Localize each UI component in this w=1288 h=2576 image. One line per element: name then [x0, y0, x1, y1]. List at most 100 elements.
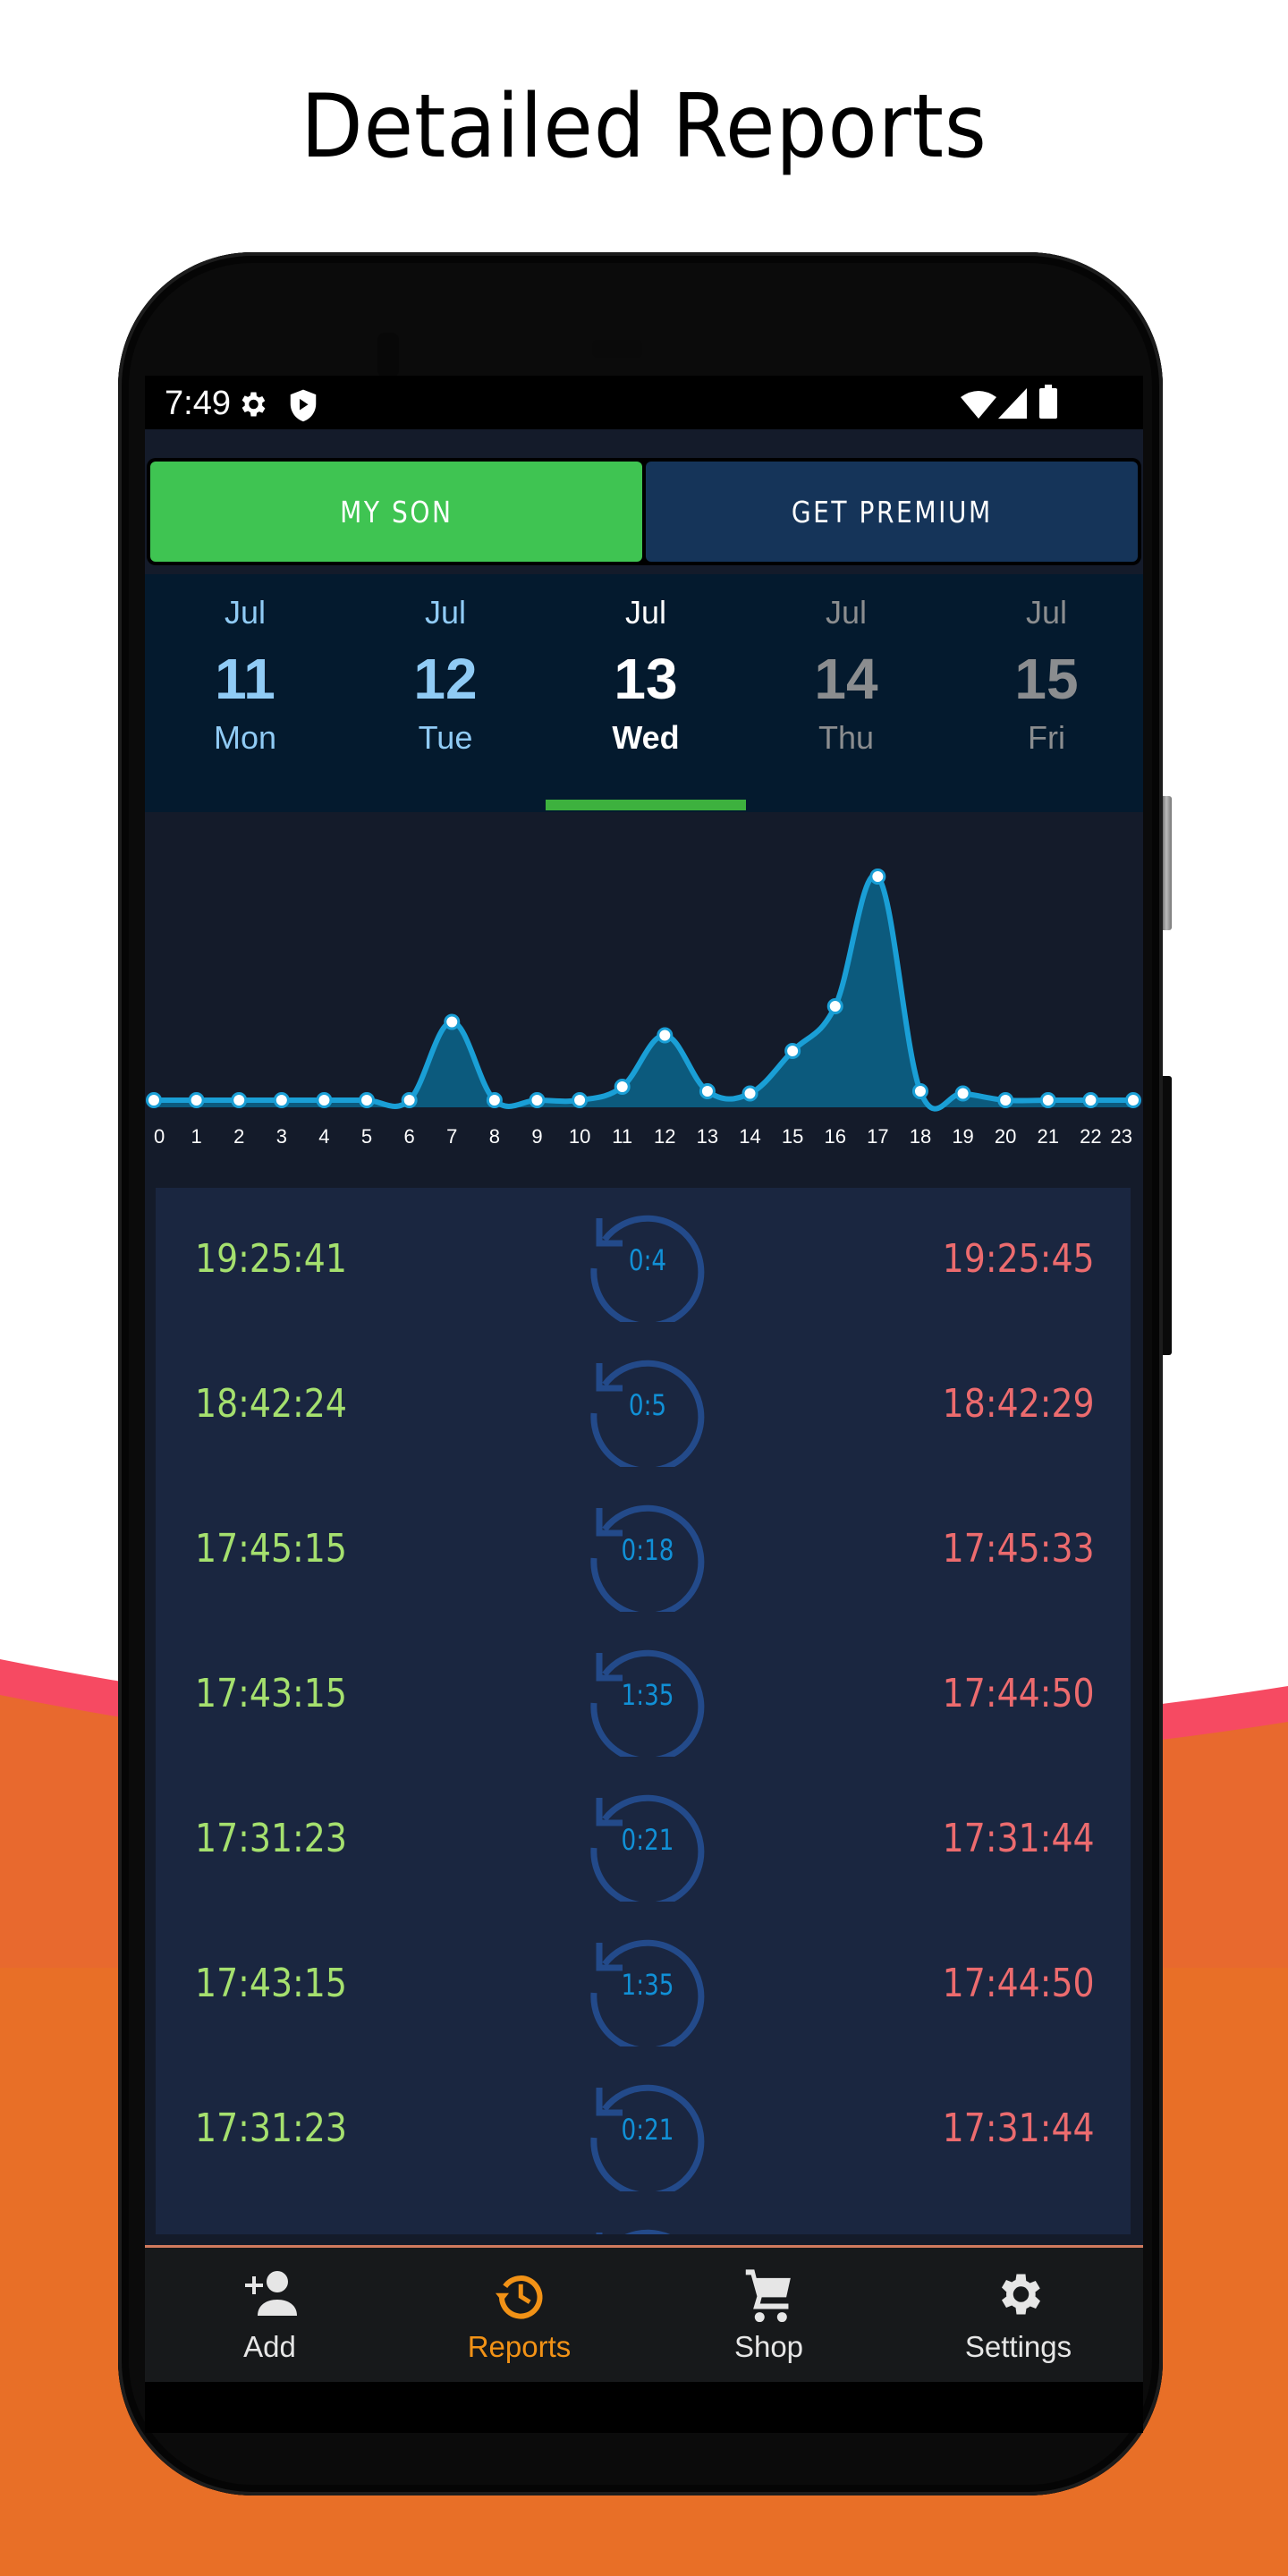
- x-tick-label: 5: [361, 1125, 372, 1148]
- chart-point-hour-17[interactable]: [869, 869, 886, 885]
- phone-screen: 7:49 MY SON GET PREMIUM Jul 11 Mon Jul 1…: [145, 376, 1143, 2433]
- status-time: 7:49: [165, 385, 231, 422]
- session-row[interactable]: 19:25:41 0:4 19:25:45: [156, 1188, 1131, 1333]
- nav-item-reports[interactable]: Reports: [394, 2248, 644, 2382]
- chart-point-hour-20[interactable]: [997, 1092, 1014, 1108]
- chart-point-hour-0[interactable]: [146, 1092, 162, 1108]
- x-tick-label: 12: [654, 1125, 675, 1148]
- nav-label: Shop: [733, 2330, 804, 2363]
- chart-point-hour-6[interactable]: [401, 1092, 418, 1108]
- chart-point-hour-15[interactable]: [784, 1043, 801, 1059]
- chart-point-hour-8[interactable]: [486, 1092, 503, 1108]
- session-duration: 0:4: [628, 1243, 667, 1277]
- session-list[interactable]: 19:25:41 0:4 19:25:45 18:42:24 0:5 18:42:29 17…: [156, 1188, 1131, 2234]
- date-month: Jul: [224, 594, 267, 631]
- session-end-time: 17:44:50: [943, 1671, 1095, 1716]
- duration-badge: 1:35: [587, 1635, 708, 1757]
- nav-label: Add: [243, 2330, 296, 2363]
- session-start-time: 17:31:23: [195, 1816, 347, 1861]
- date-jul-15[interactable]: Jul 15 Fri: [946, 574, 1143, 812]
- session-duration: 0:18: [621, 1533, 674, 1567]
- chart-point-hour-10[interactable]: [572, 1092, 589, 1108]
- wifi-icon: [961, 391, 996, 419]
- date-month: Jul: [624, 594, 667, 631]
- tab-label: GET PREMIUM: [791, 494, 993, 530]
- session-row[interactable]: 17:43:15 1:35 17:44:50: [156, 1912, 1131, 2057]
- nav-item-shop[interactable]: Shop: [644, 2248, 894, 2382]
- x-tick-label: 4: [318, 1125, 329, 1148]
- x-tick-label: 17: [867, 1125, 888, 1148]
- page-headline: Detailed Reports: [301, 76, 987, 178]
- phone-frame: 7:49 MY SON GET PREMIUM Jul 11 Mon Jul 1…: [118, 252, 1163, 2496]
- chart-point-hour-3[interactable]: [273, 1092, 290, 1108]
- x-tick-label: 21: [1038, 1125, 1059, 1148]
- chart-point-hour-18[interactable]: [911, 1083, 928, 1099]
- chart-point-hour-5[interactable]: [359, 1092, 376, 1108]
- date-jul-11[interactable]: Jul 11 Mon: [145, 574, 345, 812]
- duration-badge: 0:5: [587, 1345, 708, 1467]
- x-tick-label: 20: [995, 1125, 1016, 1148]
- gesture-bar-area: [145, 2382, 1143, 2433]
- session-row[interactable]: 17:31:23 0:21 17:31:44: [156, 1767, 1131, 1912]
- session-row[interactable]: 17:31:23 0:21 17:31:44: [156, 2057, 1131, 2202]
- chart-point-hour-23[interactable]: [1125, 1092, 1141, 1108]
- chart-point-hour-21[interactable]: [1039, 1092, 1056, 1108]
- earpiece-speaker: [592, 340, 642, 358]
- x-tick-label: 1: [191, 1125, 201, 1148]
- chart-point-hour-2[interactable]: [231, 1092, 248, 1108]
- session-end-time: 17:44:50: [943, 1961, 1095, 2006]
- date-day: 12: [413, 647, 478, 711]
- session-duration: 1:35: [621, 1678, 674, 1712]
- chart-point-hour-12[interactable]: [657, 1027, 674, 1044]
- session-row[interactable]: [156, 2202, 1131, 2234]
- x-tick-label: 11: [612, 1125, 632, 1148]
- x-tick-label: 0: [154, 1125, 165, 1148]
- cart-icon: [745, 2269, 791, 2323]
- session-row[interactable]: 18:42:24 0:5 18:42:29: [156, 1333, 1131, 1478]
- x-tick-label: 22: [1080, 1125, 1101, 1148]
- session-row[interactable]: 17:45:15 0:18 17:45:33: [156, 1478, 1131, 1623]
- date-jul-13[interactable]: Jul 13 Wed: [546, 574, 746, 812]
- chart-point-hour-22[interactable]: [1082, 1092, 1099, 1108]
- add-person-icon: [244, 2271, 297, 2316]
- chart-point-hour-14[interactable]: [741, 1085, 758, 1102]
- chart-point-hour-4[interactable]: [316, 1092, 333, 1108]
- chart-point-hour-13[interactable]: [699, 1083, 716, 1099]
- x-tick-label: 19: [952, 1125, 973, 1148]
- session-row[interactable]: 17:43:15 1:35 17:44:50: [156, 1623, 1131, 1767]
- duration-badge: 0:4: [587, 1200, 708, 1322]
- chart-point-hour-7[interactable]: [444, 1013, 461, 1030]
- x-tick-label: 14: [739, 1125, 760, 1148]
- date-day: 11: [215, 647, 275, 711]
- chart-point-hour-9[interactable]: [529, 1092, 546, 1108]
- session-start-time: 17:45:15: [195, 1526, 347, 1572]
- nav-item-add[interactable]: Add: [145, 2248, 394, 2382]
- date-jul-12[interactable]: Jul 12 Tue: [345, 574, 546, 812]
- app-content: MY SON GET PREMIUM Jul 11 Mon Jul 12 Tue…: [145, 429, 1143, 2433]
- tab-get-premium[interactable]: GET PREMIUM: [646, 462, 1138, 562]
- chart-point-hour-16[interactable]: [826, 998, 843, 1014]
- session-start-time: 17:31:23: [195, 2106, 347, 2151]
- date-weekday: Thu: [818, 719, 875, 756]
- x-tick-label: 3: [276, 1125, 287, 1148]
- chart-point-hour-19[interactable]: [954, 1085, 971, 1102]
- chart-point-hour-1[interactable]: [188, 1092, 205, 1108]
- date-selector: Jul 11 Mon Jul 12 Tue Jul 13 Wed Jul 14: [145, 574, 1143, 812]
- history-icon: [495, 2275, 542, 2319]
- status-bar: 7:49: [145, 376, 1143, 429]
- nav-label: Reports: [467, 2330, 572, 2363]
- date-weekday: Fri: [1028, 719, 1065, 756]
- date-day: 13: [614, 647, 678, 711]
- date-jul-14[interactable]: Jul 14 Thu: [746, 574, 946, 812]
- chart-point-hour-11[interactable]: [614, 1079, 631, 1095]
- selected-date-indicator: [546, 800, 746, 810]
- session-start-time: 17:43:15: [195, 1961, 347, 2006]
- nav-item-settings[interactable]: Settings: [894, 2248, 1143, 2382]
- x-tick-label: 18: [910, 1125, 931, 1148]
- shield-play-icon: [290, 389, 317, 422]
- date-month: Jul: [825, 594, 868, 631]
- x-tick-label: 16: [824, 1125, 845, 1148]
- tab-my-son[interactable]: MY SON: [150, 462, 642, 562]
- chart-svg: 0 1 2 3 4 5 6 7 8 9 10 11 12 13 14 15 16 17 18 19 20 21 22 23: [146, 869, 1141, 1148]
- session-end-time: 17:31:44: [943, 2106, 1095, 2151]
